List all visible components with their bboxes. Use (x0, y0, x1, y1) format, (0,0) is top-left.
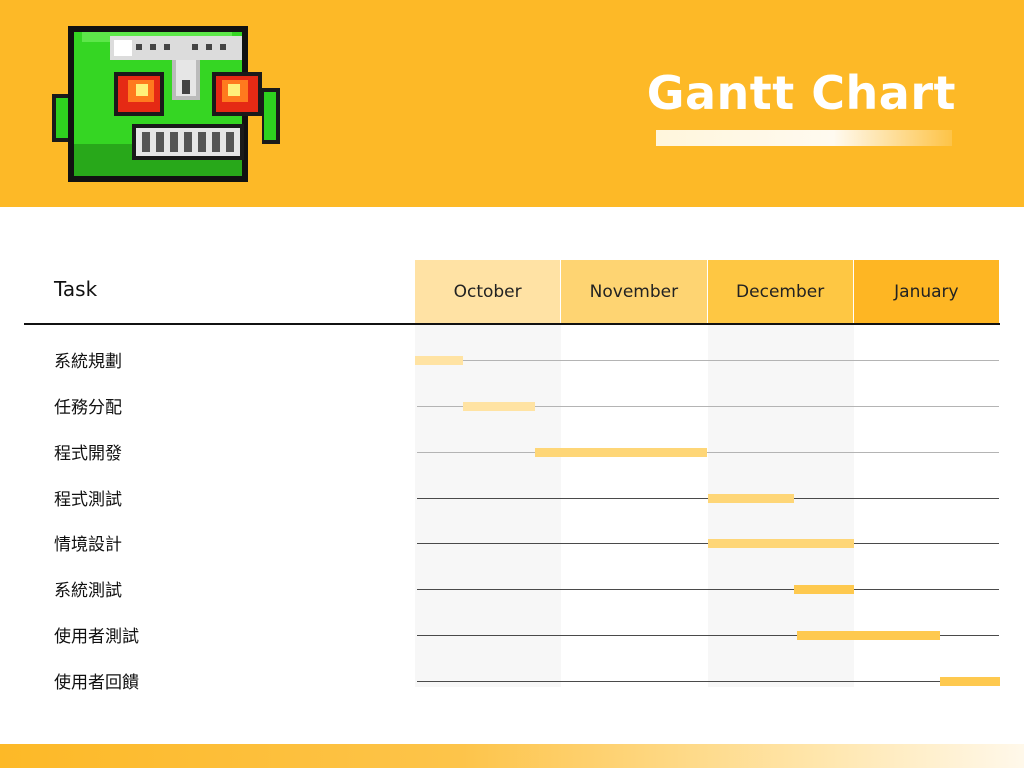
month-header-october: October (415, 260, 562, 323)
task-label: 系統規劃 (54, 352, 122, 372)
month-header-december: December (707, 260, 854, 323)
task-bar (463, 401, 535, 411)
task-row-line (417, 360, 999, 361)
task-label: 系統測試 (54, 581, 122, 602)
task-bar (793, 585, 854, 595)
footer-band (0, 744, 1024, 768)
robot-head-icon (52, 24, 282, 188)
task-row-line (417, 451, 999, 453)
task-row-line (417, 589, 999, 591)
task-label: 情境設計 (54, 535, 122, 556)
header-rule (24, 323, 1000, 325)
task-label: 程式測試 (54, 489, 122, 510)
task-label: 任務分配 (54, 397, 122, 418)
task-row-line (417, 680, 999, 682)
task-bar (415, 356, 464, 365)
task-column-header: Task (54, 277, 98, 301)
task-bar (707, 539, 854, 549)
month-column-shade (415, 325, 562, 687)
task-label: 使用者測試 (54, 627, 139, 648)
task-bar (940, 676, 1000, 686)
header-banner: Gantt Chart (0, 0, 1024, 207)
month-header-january: January (853, 260, 1000, 323)
task-bar (796, 631, 941, 641)
task-bar (534, 447, 708, 457)
task-label: 程式開發 (54, 443, 122, 464)
chart-title: Gantt Chart (646, 66, 956, 120)
task-label: 使用者回饋 (54, 672, 139, 693)
task-bar (707, 493, 794, 503)
month-header-november: November (561, 260, 708, 323)
title-underline (656, 130, 952, 146)
